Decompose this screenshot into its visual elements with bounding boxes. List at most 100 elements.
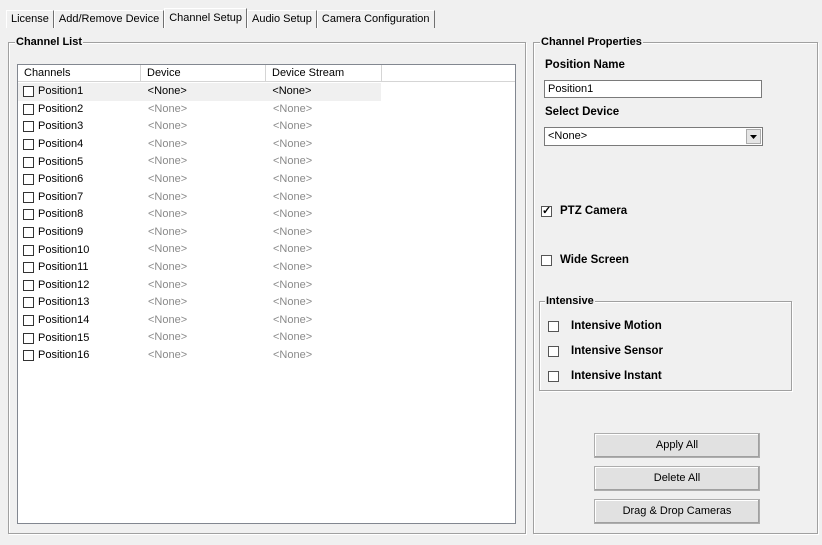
table-row[interactable]: Position15 <None> <None> [18,329,515,347]
table-row[interactable]: Position11 <None> <None> [18,259,515,277]
device-cell: <None> [148,348,188,361]
column-header-channels[interactable]: Channels [18,65,141,81]
intensive-sensor-checkbox[interactable]: Intensive Sensor [548,345,663,357]
device-cell: <None> [148,155,188,168]
channel-name: Position7 [38,190,84,203]
channel-name-cell: Position12 [18,277,141,295]
channel-name-cell: Position5 [18,153,141,171]
intensive-motion-check-icon[interactable] [548,320,559,332]
channel-name: Position6 [38,173,84,186]
select-device-dropdown[interactable]: <None> [544,127,763,146]
device-stream-cell: <None> [273,102,313,115]
device-stream-cell: <None> [272,85,312,97]
column-header-device-stream[interactable]: Device Stream [266,65,382,81]
channel-name-cell: Position1 [18,83,141,101]
table-row[interactable]: Position2 <None> <None> [18,101,515,119]
table-row[interactable]: Position16 <None> <None> [18,347,515,365]
table-row[interactable]: Position12 <None> <None> [18,277,515,295]
table-row[interactable]: Position3 <None> <None> [18,118,515,136]
device-stream-cell: <None> [273,120,313,133]
row-checkbox[interactable] [23,279,34,291]
row-checkbox[interactable] [23,86,34,98]
intensive-instant-label: Intensive Instant [571,370,662,382]
channel-name-cell: Position7 [18,189,141,207]
table-row[interactable]: Position7 <None> <None> [18,189,515,207]
wide-screen-check-icon[interactable] [541,254,552,266]
channel-name-cell: Position8 [18,206,141,224]
channel-name: Position11 [38,261,89,274]
table-row[interactable]: Position1 <None> <None> [18,83,381,101]
tab-channel-setup[interactable]: Channel Setup [164,8,247,28]
position-name-label: Position Name [545,59,625,71]
column-header-device[interactable]: Device [141,65,266,81]
row-checkbox[interactable] [23,350,34,362]
channel-listview[interactable]: Channels Device Device Stream Position1 <… [17,64,516,524]
ptz-camera-checkbox[interactable]: PTZ Camera [541,204,627,218]
drag-drop-cameras-button[interactable]: Drag & Drop Cameras [594,499,760,524]
row-checkbox[interactable] [23,244,34,256]
tab-add-remove-device[interactable]: Add/Remove Device [53,10,165,28]
channel-name: Position16 [38,349,90,362]
device-cell: <None> [148,296,188,309]
table-row[interactable]: Position13 <None> <None> [18,294,515,312]
row-checkbox[interactable] [23,156,34,168]
listview-header: Channels Device Device Stream [18,65,515,82]
row-checkbox[interactable] [23,209,34,221]
device-stream-cell: <None> [273,331,313,344]
channel-name-cell: Position2 [18,101,141,119]
channel-name: Position15 [38,331,90,344]
device-cell: <None> [148,172,188,185]
channel-name: Position10 [38,243,90,256]
intensive-motion-label: Intensive Motion [571,320,662,332]
row-checkbox[interactable] [23,227,34,239]
device-stream-cell: <None> [273,260,313,273]
row-checkbox[interactable] [23,121,34,133]
device-cell: <None> [148,331,188,344]
channel-name-cell: Position14 [18,312,141,330]
row-checkbox[interactable] [23,315,34,327]
wide-screen-checkbox[interactable]: Wide Screen [541,254,629,266]
row-checkbox[interactable] [23,191,34,203]
channel-name: Position14 [38,314,90,327]
row-checkbox[interactable] [23,262,34,274]
table-row[interactable]: Position14 <None> <None> [18,312,515,330]
device-stream-cell: <None> [273,190,313,203]
device-stream-cell: <None> [273,278,313,291]
table-row[interactable]: Position8 <None> <None> [18,206,515,224]
intensive-motion-checkbox[interactable]: Intensive Motion [548,320,662,332]
channel-name: Position12 [38,278,90,291]
tab-audio-setup[interactable]: Audio Setup [246,10,317,28]
table-row[interactable]: Position4 <None> <None> [18,136,515,154]
chevron-down-icon[interactable] [746,129,761,144]
row-checkbox[interactable] [23,139,34,151]
intensive-instant-checkbox[interactable]: Intensive Instant [548,370,662,382]
channel-name: Position2 [38,102,84,115]
listview-body: Position1 <None> <None> Position2 <None> <Non… [18,83,515,365]
table-row[interactable]: Position6 <None> <None> [18,171,515,189]
tab-camera-configuration[interactable]: Camera Configuration [316,10,435,28]
device-cell: <None> [148,190,188,203]
table-row[interactable]: Position5 <None> <None> [18,153,515,171]
table-row[interactable]: Position9 <None> <None> [18,224,515,242]
row-checkbox[interactable] [23,332,34,344]
ptz-camera-check-icon[interactable] [541,204,552,218]
channel-name-cell: Position15 [18,329,141,347]
channel-name-cell: Position6 [18,171,141,189]
table-row[interactable]: Position10 <None> <None> [18,241,515,259]
select-device-label: Select Device [545,106,620,118]
apply-all-button[interactable]: Apply All [594,433,760,458]
intensive-instant-check-icon[interactable] [548,370,559,382]
row-checkbox[interactable] [23,174,34,186]
device-cell: <None> [148,208,188,221]
channel-name-cell: Position4 [18,136,141,154]
device-stream-cell: <None> [273,243,313,256]
device-stream-cell: <None> [273,225,313,238]
intensive-sensor-check-icon[interactable] [548,345,559,357]
delete-all-button[interactable]: Delete All [594,466,760,491]
position-name-input[interactable]: Position1 [544,80,762,98]
row-checkbox[interactable] [23,297,34,309]
tab-license[interactable]: License [6,10,54,28]
channel-properties-title: Channel Properties [540,35,643,49]
row-checkbox[interactable] [23,103,34,115]
channel-name: Position13 [38,296,90,309]
